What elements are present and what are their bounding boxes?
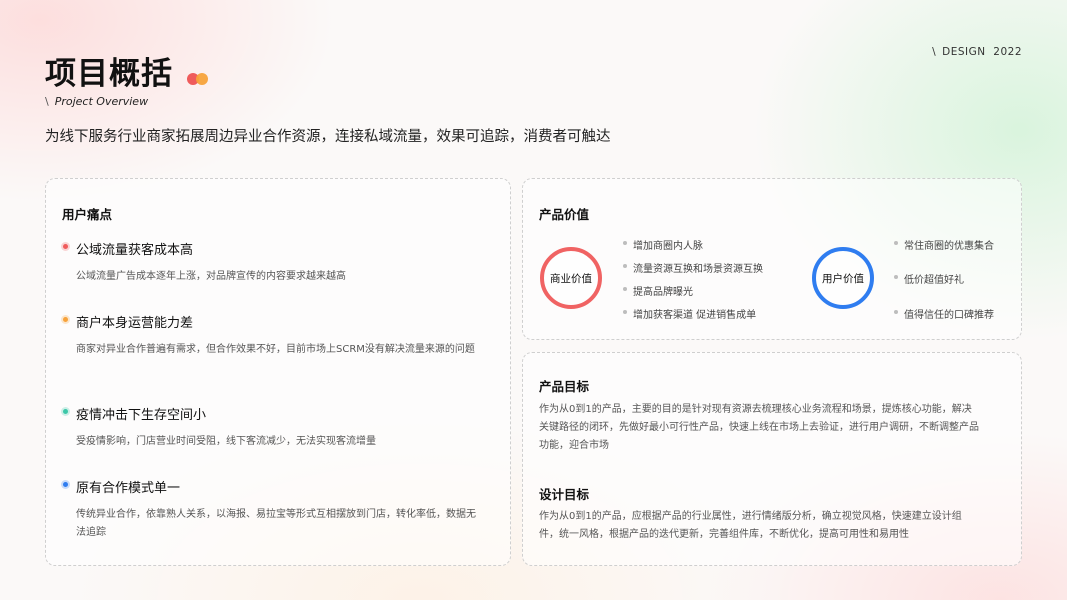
list-item: 低价超值好礼 — [894, 271, 964, 286]
pain-item-desc: 商家对异业合作普遍有需求，但合作效果不好，目前市场上SCRM没有解决流量来源的问… — [76, 344, 475, 355]
page-title: 项目概括 — [45, 56, 173, 92]
list-item: 增加商圈内人脉 — [623, 237, 703, 252]
subtitle-slash: \ — [45, 95, 49, 108]
pain-item: 原有合作模式单一 传统异业合作，依靠熟人关系，以海报、易拉宝等形式互相摆放到门店… — [61, 477, 482, 542]
subtitle-text: Project Overview — [54, 95, 149, 108]
pain-points-card: 用户痛点 公域流量获客成本高 公域流量广告成本逐年上涨，对品牌宣传的内容要求越来… — [45, 178, 511, 566]
page-subtitle: \ Project Overview — [45, 95, 148, 108]
orange-bullet-icon — [63, 317, 68, 322]
product-value-title: 产品价值 — [539, 207, 590, 222]
orange-dot-icon — [196, 73, 208, 85]
pain-item-desc: 公域流量广告成本逐年上涨，对品牌宣传的内容要求越来越高 — [76, 271, 346, 282]
bullet-dot-icon — [623, 287, 627, 291]
pain-item-desc: 传统异业合作，依靠熟人关系，以海报、易拉宝等形式互相摆放到门店，转化率低，数据无… — [76, 509, 476, 538]
bullet-dot-icon — [623, 241, 627, 245]
business-value-label: 商业价值 — [550, 272, 592, 285]
user-value-ring: 用户价值 — [812, 247, 874, 309]
bullet-dot-icon — [894, 241, 898, 245]
pain-points-title: 用户痛点 — [62, 207, 113, 222]
design-year-tag: \ DESIGN 2022 — [932, 46, 1022, 58]
pain-item-title: 原有合作模式单一 — [76, 481, 181, 496]
pain-item: 商户本身运营能力差 商家对异业合作普遍有需求，但合作效果不好，目前市场上SCRM… — [61, 312, 482, 359]
bullet-dot-icon — [623, 310, 627, 314]
list-item: 提高品牌曝光 — [623, 283, 693, 298]
teal-bullet-icon — [63, 409, 68, 414]
pain-item: 疫情冲击下生存空间小 受疫情影响，门店营业时间受阻，线下客流减少，无法实现客流增… — [61, 404, 482, 451]
list-item: 增加获客渠道 促进销售成单 — [623, 306, 756, 321]
product-goal-title: 产品目标 — [539, 379, 590, 394]
goals-card: 产品目标 作为从0到1的产品，主要的目的是针对现有资源去梳理核心业务流程和场景，… — [522, 352, 1022, 566]
tag-text: DESIGN 2022 — [942, 46, 1022, 58]
title-decoration-dots — [187, 73, 209, 85]
list-item: 流量资源互换和场景资源互换 — [623, 260, 763, 275]
intro-text: 为线下服务行业商家拓展周边异业合作资源，连接私域流量，效果可追踪，消费者可触达 — [45, 129, 611, 145]
list-item: 常住商圈的优惠集合 — [894, 237, 994, 252]
red-bullet-icon — [63, 244, 68, 249]
design-goal-title: 设计目标 — [539, 487, 590, 502]
tag-slash: \ — [932, 46, 937, 58]
pain-item-title: 公域流量获客成本高 — [76, 243, 194, 258]
bullet-dot-icon — [894, 310, 898, 314]
pain-item: 公域流量获客成本高 公域流量广告成本逐年上涨，对品牌宣传的内容要求越来越高 — [61, 239, 482, 286]
design-goal-desc: 作为从0到1的产品，应根据产品的行业属性，进行情绪版分析，确立视觉风格，快速建立… — [539, 511, 962, 540]
pain-item-title: 疫情冲击下生存空间小 — [76, 408, 207, 423]
pain-item-desc: 受疫情影响，门店营业时间受阻，线下客流减少，无法实现客流增量 — [76, 436, 376, 447]
list-item: 值得信任的口碑推荐 — [894, 306, 994, 321]
bullet-dot-icon — [623, 264, 627, 268]
product-goal-desc: 作为从0到1的产品，主要的目的是针对现有资源去梳理核心业务流程和场景，提炼核心功… — [539, 404, 979, 451]
bullet-dot-icon — [894, 275, 898, 279]
business-value-ring: 商业价值 — [540, 247, 602, 309]
user-value-label: 用户价值 — [822, 272, 864, 285]
blue-bullet-icon — [63, 482, 68, 487]
product-value-card: 产品价值 商业价值 增加商圈内人脉 流量资源互换和场景资源互换 提高品牌曝光 增… — [522, 178, 1022, 340]
pain-item-title: 商户本身运营能力差 — [76, 316, 194, 331]
